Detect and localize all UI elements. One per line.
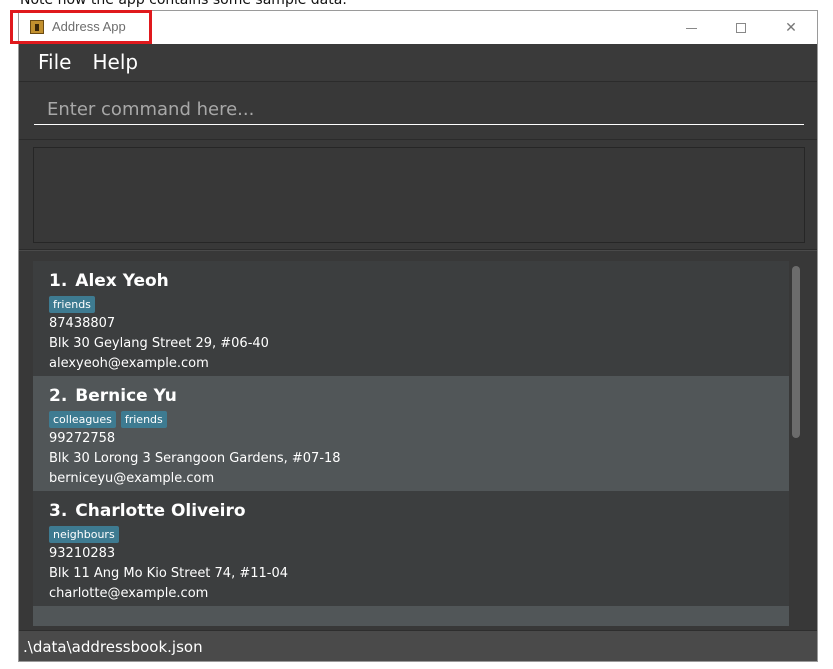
command-box bbox=[19, 82, 817, 139]
minimize-icon bbox=[685, 27, 697, 29]
scrollbar-thumb[interactable] bbox=[792, 266, 800, 438]
tag-list: colleagues friends bbox=[49, 409, 789, 429]
window-title: Address App bbox=[52, 19, 126, 34]
menu-bar: File Help bbox=[19, 44, 817, 82]
person-list-area: 1. Alex Yeoh friends 87438807 Blk 30 Geyl… bbox=[19, 250, 817, 631]
command-input[interactable] bbox=[34, 95, 804, 125]
list-scrollbar[interactable] bbox=[789, 261, 803, 631]
person-card[interactable]: 1. Alex Yeoh friends 87438807 Blk 30 Geyl… bbox=[33, 261, 789, 376]
menu-help[interactable]: Help bbox=[71, 44, 138, 81]
person-name-text: Alex Yeoh bbox=[75, 271, 169, 291]
person-card-partial[interactable] bbox=[33, 606, 789, 626]
person-name: 1. Alex Yeoh bbox=[49, 269, 789, 293]
close-icon: ✕ bbox=[785, 20, 797, 36]
caption-text: Note how the app contains some sample da… bbox=[20, 0, 347, 8]
person-phone: 87438807 bbox=[49, 316, 116, 331]
result-display bbox=[33, 147, 805, 243]
person-name-text: Bernice Yu bbox=[75, 386, 177, 406]
maximize-icon bbox=[736, 23, 746, 33]
person-name: 3. Charlotte Oliveiro bbox=[49, 499, 789, 523]
status-bar: .\data\addressbook.json bbox=[19, 630, 817, 661]
person-phone: 93210283 bbox=[49, 546, 116, 561]
tag-list: friends bbox=[49, 294, 789, 314]
address-app-window: Address App ✕ File Help 1. Alex Yeoh frie… bbox=[18, 10, 818, 662]
maximize-button[interactable] bbox=[718, 15, 764, 41]
person-name-text: Charlotte Oliveiro bbox=[75, 501, 246, 521]
person-email: berniceyu@example.com bbox=[49, 471, 215, 486]
menu-file[interactable]: File bbox=[19, 44, 71, 81]
app-icon bbox=[30, 20, 44, 34]
tag: neighbours bbox=[49, 525, 119, 543]
person-list[interactable]: 1. Alex Yeoh friends 87438807 Blk 30 Geyl… bbox=[33, 261, 789, 631]
tag-list: neighbours bbox=[49, 524, 789, 544]
person-card[interactable]: 3. Charlotte Oliveiro neighbours 93210283… bbox=[33, 491, 789, 606]
tag: colleagues bbox=[49, 410, 116, 428]
tag: friends bbox=[49, 295, 95, 313]
tag: friends bbox=[120, 410, 167, 428]
person-index: 3. bbox=[49, 501, 68, 521]
person-index: 2. bbox=[49, 386, 68, 406]
minimize-button[interactable] bbox=[668, 15, 714, 41]
person-address: Blk 30 Geylang Street 29, #06-40 bbox=[49, 336, 269, 351]
save-location: .\data\addressbook.json bbox=[23, 638, 203, 656]
person-phone: 99272758 bbox=[49, 431, 116, 446]
title-bar[interactable]: Address App ✕ bbox=[19, 11, 817, 44]
person-card[interactable]: 2. Bernice Yu colleagues friends 99272758… bbox=[33, 376, 789, 491]
person-index: 1. bbox=[49, 271, 68, 291]
person-email: alexyeoh@example.com bbox=[49, 356, 209, 371]
close-button[interactable]: ✕ bbox=[768, 15, 814, 41]
person-email: charlotte@example.com bbox=[49, 586, 209, 601]
person-name: 2. Bernice Yu bbox=[49, 384, 789, 408]
person-address: Blk 11 Ang Mo Kio Street 74, #11-04 bbox=[49, 566, 289, 581]
result-display-area bbox=[19, 139, 817, 250]
person-address: Blk 30 Lorong 3 Serangoon Gardens, #07-1… bbox=[49, 451, 341, 466]
